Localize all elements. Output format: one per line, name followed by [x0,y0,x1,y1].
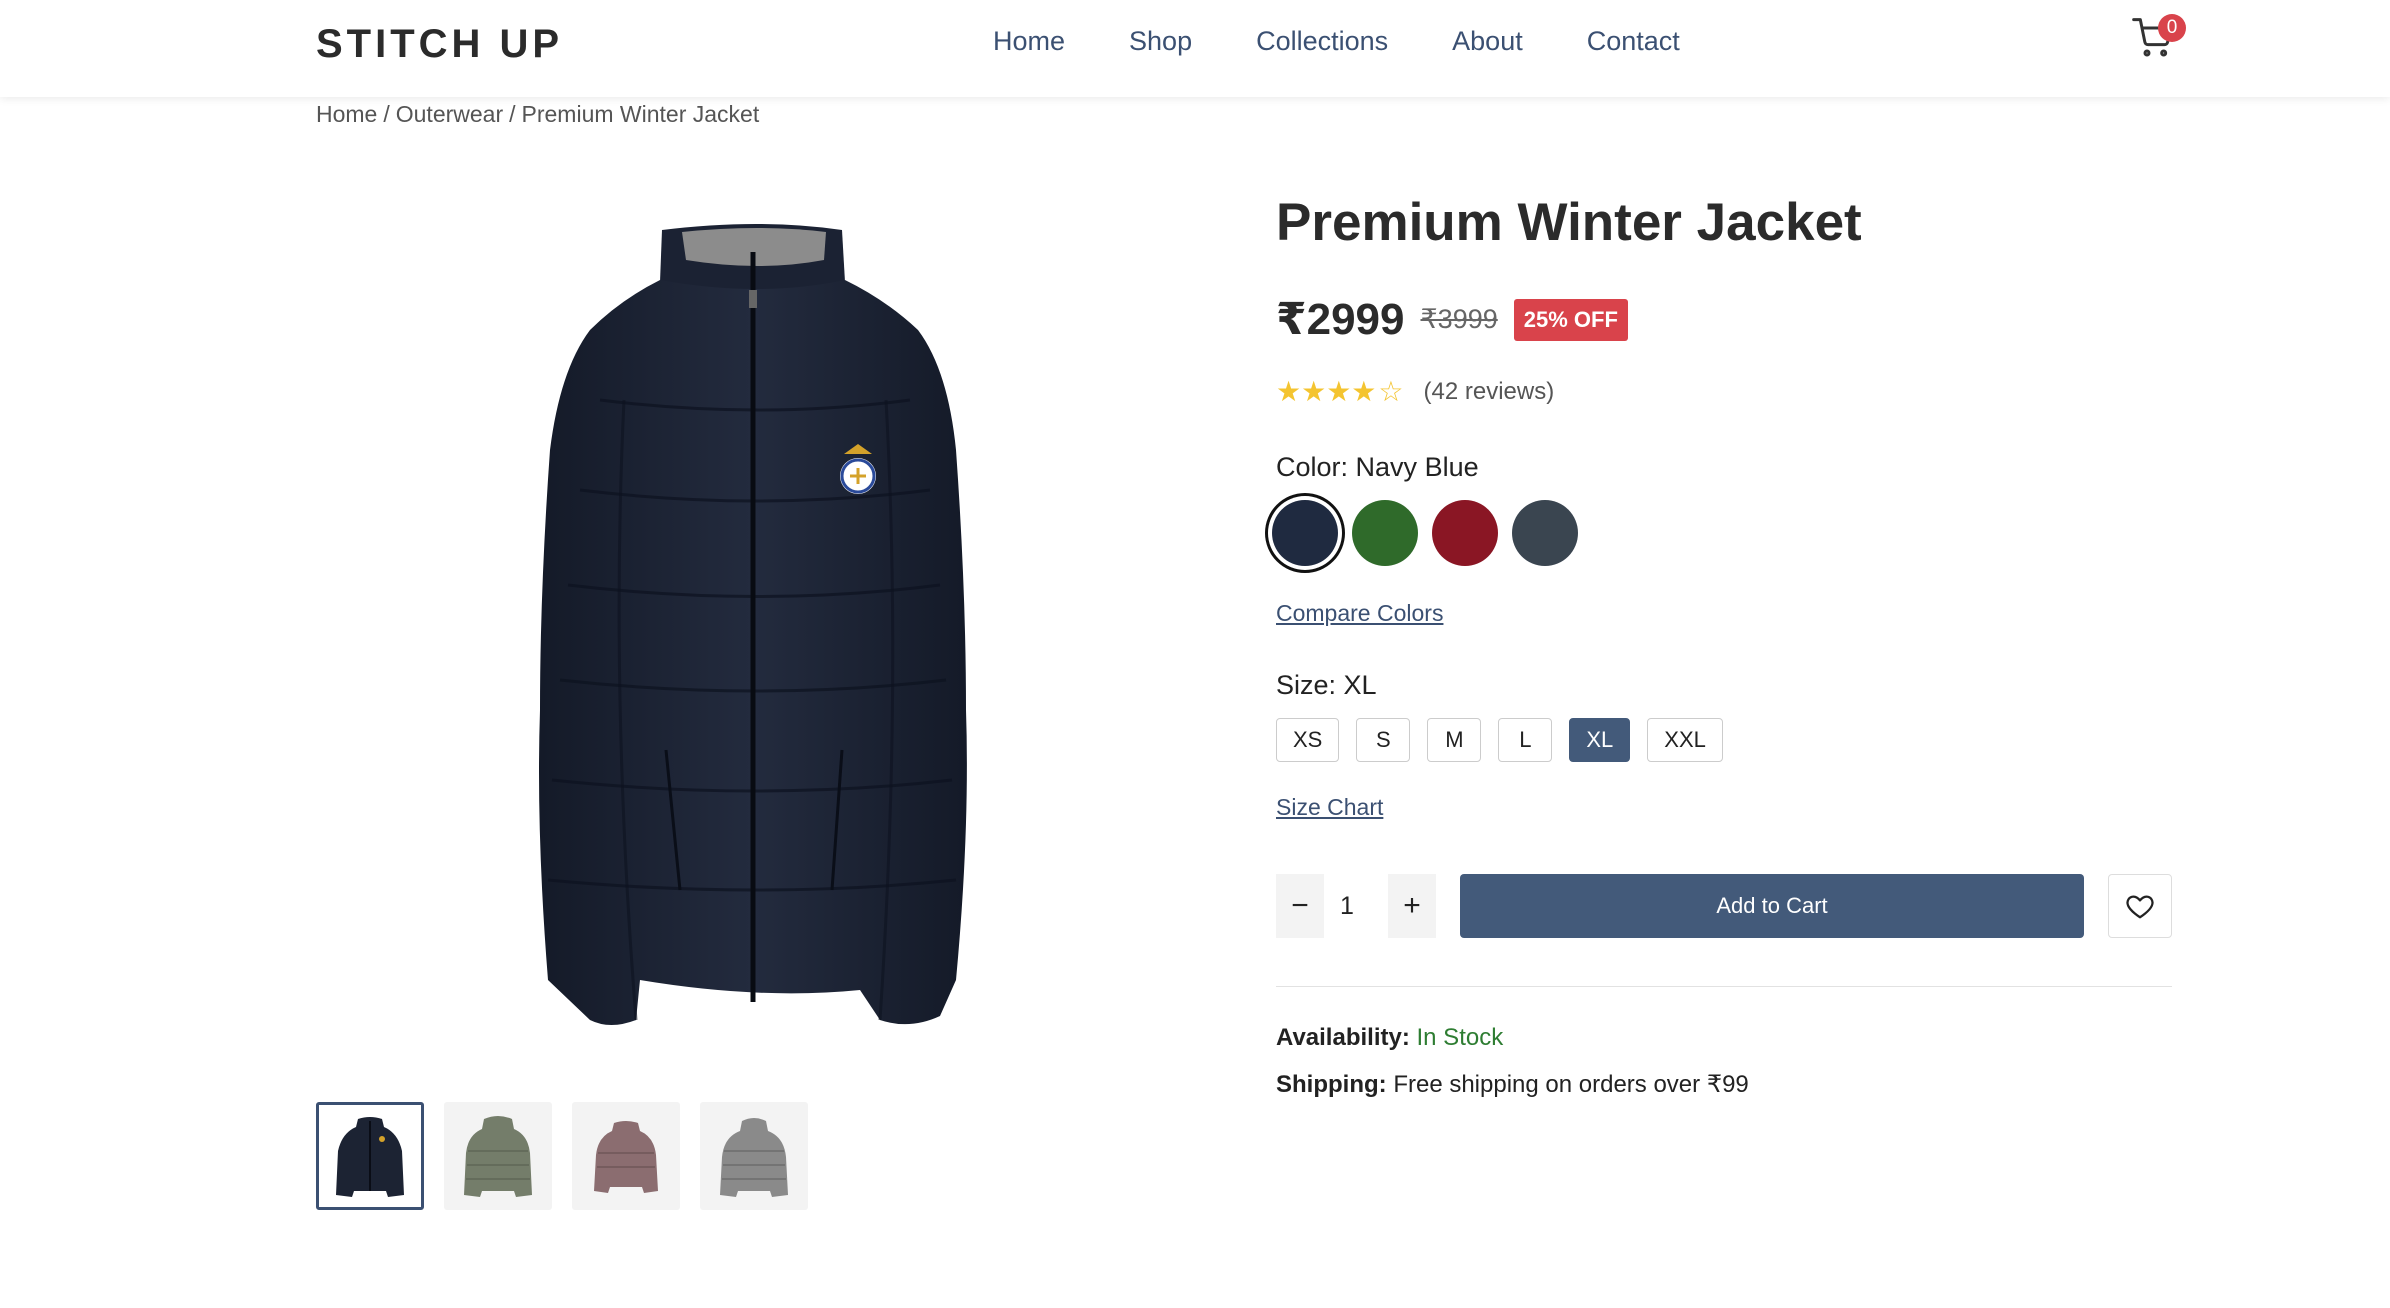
quantity-decrease-button[interactable]: − [1276,874,1324,938]
availability-label: Availability: [1276,1024,1410,1051]
add-to-cart-button[interactable]: Add to Cart [1460,874,2084,938]
price-row: ₹2999 ₹3999 25% OFF [1276,294,1628,345]
thumbnail-image [594,1121,658,1193]
size-s-button[interactable]: S [1356,718,1411,762]
thumbnail-mauve[interactable] [572,1102,680,1210]
star-rating: ★★★★ ☆ [1276,378,1404,406]
review-count[interactable]: (42 reviews) [1424,378,1555,406]
selected-size: XL [1343,670,1377,700]
section-divider [1276,986,2172,987]
compare-colors-link[interactable]: Compare Colors [1276,600,1443,627]
shipping-label: Shipping: [1276,1071,1387,1098]
star-icon: ★★★★ [1276,376,1377,407]
quantity-input[interactable] [1324,874,1388,938]
thumbnail-image [464,1116,532,1197]
color-option-label: Color: Navy Blue [1276,452,1479,483]
star-outline-icon: ☆ [1378,376,1404,407]
color-label: Color: [1276,452,1349,482]
product-title: Premium Winter Jacket [1276,193,1862,252]
main-product-image[interactable] [440,190,1080,1050]
rating-row: ★★★★ ☆ (42 reviews) [1276,378,1554,406]
size-xs-button[interactable]: XS [1276,718,1340,762]
color-swatches [1272,500,1578,566]
jacket-image [539,224,967,1025]
nav-contact[interactable]: Contact [1587,26,1680,57]
cart-button[interactable]: 0 [2132,14,2186,62]
swatch-navy-blue[interactable] [1272,500,1338,566]
thumbnail-grey[interactable] [700,1102,808,1210]
heart-icon [2126,895,2154,919]
selected-color: Navy Blue [1355,452,1479,482]
cart-count-badge: 0 [2158,14,2186,42]
site-logo[interactable]: STITCH UP [316,22,563,67]
thumbnail-image [336,1117,404,1197]
breadcrumb: Home / Outerwear / Premium Winter Jacket [316,101,759,128]
thumbnail-image [720,1118,788,1197]
current-price: ₹2999 [1276,295,1405,344]
availability-row: Availability: In Stock [1276,1024,1503,1052]
swatch-green[interactable] [1352,500,1418,566]
availability-status: In Stock [1416,1024,1504,1051]
size-m-button[interactable]: M [1427,718,1482,762]
quantity-stepper: − + [1276,874,1436,938]
breadcrumb-outerwear[interactable]: Outerwear [396,101,503,127]
nav-shop[interactable]: Shop [1129,26,1192,57]
shipping-row: Shipping: Free shipping on orders over ₹… [1276,1070,1749,1099]
size-xl-button[interactable]: XL [1569,718,1631,762]
nav-home[interactable]: Home [993,26,1065,57]
shipping-info: Free shipping on orders over ₹99 [1393,1071,1749,1098]
original-price: ₹3999 [1420,304,1498,334]
size-xxl-button[interactable]: XXL [1647,718,1723,762]
site-header: STITCH UP Home Shop Collections About Co… [0,0,2390,97]
size-chart-link[interactable]: Size Chart [1276,794,1383,821]
discount-badge: 25% OFF [1513,298,1628,341]
size-selector: XS S M L XL XXL [1276,718,1723,762]
quantity-increase-button[interactable]: + [1388,874,1436,938]
size-label: Size: [1276,670,1337,700]
thumbnail-strip [316,1102,808,1210]
nav-collections[interactable]: Collections [1256,26,1388,57]
size-option-label: Size: XL [1276,670,1377,701]
nav-about[interactable]: About [1452,26,1523,57]
main-nav: Home Shop Collections About Contact [993,26,1744,57]
thumbnail-olive[interactable] [444,1102,552,1210]
swatch-maroon[interactable] [1432,500,1498,566]
breadcrumb-home[interactable]: Home [316,101,377,127]
swatch-charcoal[interactable] [1512,500,1578,566]
breadcrumb-current: Premium Winter Jacket [521,101,760,127]
breadcrumb-separator: / [509,101,516,127]
breadcrumb-separator: / [383,101,390,127]
thumbnail-navy[interactable] [316,1102,424,1210]
wishlist-button[interactable] [2108,874,2172,938]
size-l-button[interactable]: L [1498,718,1553,762]
